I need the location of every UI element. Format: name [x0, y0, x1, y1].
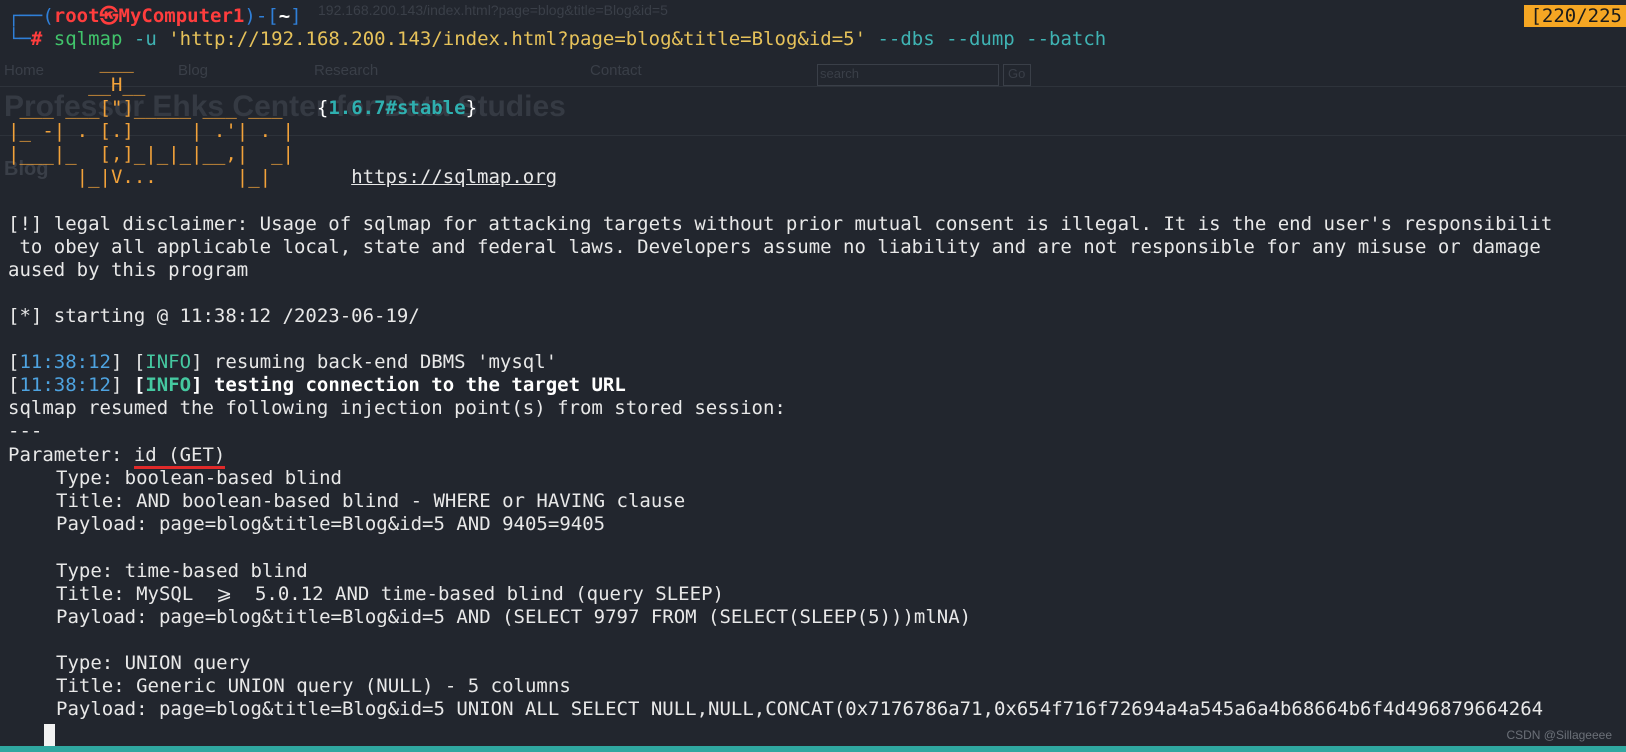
log-level: INFO — [145, 351, 192, 373]
command-tool: sqlmap — [53, 28, 123, 50]
prompt-user: root — [53, 5, 100, 27]
disclaimer-line-1: [!] legal disclaimer: Usage of sqlmap fo… — [8, 213, 1553, 235]
command-flag-u: -u — [133, 28, 157, 50]
banner-logo-line-1: ___ — [8, 51, 134, 73]
parameter-label: Parameter: — [8, 444, 134, 466]
injection-title: Title: Generic UNION query (NULL) - 5 co… — [56, 675, 571, 697]
banner-logo-line-3: ___ ___["]_____ ___ ___ {1.6.7#stable} — [8, 97, 478, 119]
injection-title: Title: MySQL ⩾ 5.0.12 AND time-based bli… — [56, 583, 724, 605]
injection-payload: Payload: page=blog&title=Blog&id=5 UNION… — [56, 698, 1544, 720]
injection-type: Type: UNION query — [56, 652, 251, 674]
prompt-host: MyComputer1 — [118, 5, 245, 27]
prompt-at-symbol: ㉿ — [99, 5, 119, 27]
injection-payload: Payload: page=blog&title=Blog&id=5 AND 9… — [56, 513, 606, 535]
banner-version: 1.6.7#stable — [328, 97, 466, 119]
ghost-nav-research: Research — [314, 62, 379, 79]
log-message: resuming back-end DBMS 'mysql' — [202, 351, 558, 373]
separator-line: --- — [8, 420, 43, 442]
prompt-symbol: # — [30, 28, 43, 50]
terminal-status-bar — [0, 746, 1626, 752]
log-line: [11:38:12] [INFO] testing connection to … — [8, 374, 626, 396]
injection-title: Title: AND boolean-based blind - WHERE o… — [56, 490, 686, 512]
parameter-line: Parameter: id (GET) — [8, 443, 226, 469]
scroll-counter-badge: [220/225 — [1524, 5, 1626, 27]
banner-logo-line-2: __H__ — [8, 74, 146, 96]
ghost-address-bar: 192.168.200.143/index.html?page=blog&tit… — [318, 2, 668, 18]
log-message: testing connection to the target URL — [202, 374, 626, 396]
ghost-go-label: Go — [1008, 66, 1026, 81]
disclaimer-line-2: to obey all applicable local, state and … — [8, 236, 1541, 258]
log-time: 11:38:12 — [19, 374, 111, 396]
log-line: [11:38:12] [INFO] resuming back-end DBMS… — [8, 351, 558, 373]
command-flags: --dbs --dump --batch — [877, 28, 1107, 50]
injection-type: Type: boolean-based blind — [56, 467, 342, 489]
terminal-cursor — [44, 724, 55, 746]
disclaimer-line-3: aused by this program — [8, 259, 249, 281]
banner-site-link[interactable]: https://sqlmap.org — [351, 166, 557, 188]
banner-logo-line-4: |_ -| . [.] | .'| . | — [8, 120, 294, 142]
starting-line: [*] starting @ 11:38:12 /2023-06-19/ — [8, 305, 420, 327]
banner-logo-line-5: |___|_ [,]_|_|_|__,| _| — [8, 143, 294, 165]
watermark: CSDN @Sillageeee — [1506, 728, 1612, 742]
ghost-nav-contact: Contact — [590, 62, 642, 79]
injection-type: Type: time-based blind — [56, 560, 308, 582]
banner-logo-line-6: |_|V... |_| https://sqlmap.org — [8, 166, 558, 188]
ghost-search-box — [817, 64, 999, 86]
ghost-nav-blog: Blog — [178, 62, 209, 79]
ghost-navbar — [0, 58, 1626, 87]
resumed-line: sqlmap resumed the following injection p… — [8, 397, 786, 419]
ghost-go-button — [1003, 64, 1031, 86]
log-time: 11:38:12 — [19, 351, 111, 373]
command-url: 'http://192.168.200.143/index.html?page=… — [168, 28, 867, 50]
injection-payload: Payload: page=blog&title=Blog&id=5 AND (… — [56, 606, 972, 628]
command-line[interactable]: └─# sqlmap -u 'http://192.168.200.143/in… — [8, 27, 1106, 51]
ghost-search-placeholder: search — [820, 66, 860, 81]
prompt-directory: ~ — [278, 5, 291, 27]
prompt-line: ┌──(root㉿MyComputer1)-[~] — [8, 5, 302, 27]
log-level: INFO — [145, 374, 192, 396]
